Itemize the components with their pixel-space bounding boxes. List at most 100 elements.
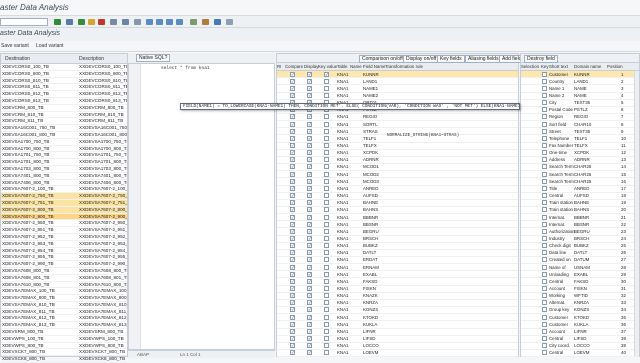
- destination-row[interactable]: XDEVSA7607-2_951_TB XXDEVSA7607-2_951_TB: [1, 227, 127, 234]
- display-checkbox[interactable]: [307, 185, 312, 191]
- key-checkbox[interactable]: [324, 314, 329, 320]
- display-checkbox[interactable]: [307, 250, 312, 256]
- compare-checkbox[interactable]: [290, 235, 295, 241]
- last-page-icon[interactable]: [176, 19, 183, 25]
- display-checkbox[interactable]: [307, 336, 312, 342]
- select-checkbox[interactable]: [542, 286, 547, 291]
- destination-row[interactable]: XDEVSA7607-2_751_TB XXDEVSA7607-2_751_TB: [1, 199, 127, 207]
- select-checkbox[interactable]: [542, 85, 547, 91]
- destination-row[interactable]: XDEVSA7607-2_953_TB XXDEVSA7607-2_953_TB: [1, 241, 127, 248]
- display-checkbox[interactable]: [307, 257, 312, 263]
- compare-checkbox[interactable]: [290, 314, 295, 320]
- select-checkbox[interactable]: [542, 328, 547, 334]
- select-checkbox[interactable]: [542, 100, 547, 106]
- display-checkbox[interactable]: [307, 128, 312, 134]
- destination-row[interactable]: XDEVSA7EMAX_813_TB XXDEVSA7EMAX_813_TB: [1, 322, 127, 330]
- col-key-value[interactable]: Key value: [318, 64, 337, 69]
- destination-row[interactable]: XDEVCORS0_810_TB XXDEVCORS0_810_TB: [1, 78, 127, 85]
- select-checkbox[interactable]: [542, 300, 547, 306]
- col-field-name[interactable]: Field Name: [363, 64, 385, 69]
- select-checkbox[interactable]: [542, 257, 547, 263]
- destination-row[interactable]: XDEVSA7EMAX_800_TB XXDEVSA7EMAX_800_TB: [1, 295, 127, 302]
- compare-checkbox[interactable]: [290, 228, 295, 234]
- select-checkbox[interactable]: [542, 185, 547, 191]
- display-checkbox[interactable]: [307, 307, 312, 313]
- destination-row[interactable]: XDEVSA1703_800_TB XXDEVSA1703_800_TB: [1, 166, 127, 173]
- select-checkbox[interactable]: [542, 200, 547, 206]
- select-checkbox[interactable]: [542, 178, 547, 184]
- destroy-field-button[interactable]: Destroy field: [524, 54, 558, 63]
- display-checkbox[interactable]: [307, 235, 312, 241]
- find-icon[interactable]: [122, 19, 129, 25]
- destination-row[interactable]: XDEVWPS_100_TB XXDEVWPS_100_TB: [1, 336, 127, 343]
- find-next-icon[interactable]: [134, 19, 141, 25]
- cancel-icon[interactable]: [98, 19, 105, 25]
- compare-checkbox[interactable]: [290, 350, 295, 356]
- col-table[interactable]: Table: [337, 64, 348, 69]
- key-checkbox[interactable]: [324, 171, 329, 177]
- destination-row[interactable]: XDEVSA7610_800_TB XXDEVSA7610_800_TB: [1, 282, 127, 289]
- select-checkbox[interactable]: [542, 293, 547, 299]
- key-checkbox[interactable]: [324, 178, 329, 184]
- col-description[interactable]: Description: [79, 56, 104, 62]
- display-checkbox[interactable]: [307, 114, 312, 120]
- destination-row[interactable]: XDEVCORS0_812_TB XXDEVCORS0_812_TB: [1, 91, 127, 98]
- compare-checkbox[interactable]: [290, 71, 295, 77]
- key-checkbox[interactable]: [324, 250, 329, 256]
- select-checkbox[interactable]: [542, 243, 547, 249]
- select-checkbox[interactable]: [542, 207, 547, 213]
- destination-row[interactable]: XDEVSA7608_801_TB XXDEVSA7608_801_TB: [1, 275, 127, 282]
- display-checkbox[interactable]: [307, 150, 312, 156]
- compare-checkbox[interactable]: [290, 300, 295, 306]
- destination-row[interactable]: XDEVSA7406_800_TB XXDEVSA7406_800_TB: [1, 180, 127, 187]
- key-checkbox[interactable]: [324, 286, 329, 291]
- key-checkbox[interactable]: [324, 150, 329, 156]
- compare-checkbox[interactable]: [290, 307, 295, 313]
- compare-checkbox[interactable]: [290, 178, 295, 184]
- first-page-icon[interactable]: [146, 19, 153, 25]
- compare-checkbox[interactable]: [290, 243, 295, 249]
- compare-checkbox[interactable]: [290, 128, 295, 134]
- display-checkbox[interactable]: [307, 78, 312, 84]
- display-checkbox[interactable]: [307, 200, 312, 206]
- compare-checkbox[interactable]: [290, 250, 295, 256]
- key-checkbox[interactable]: [324, 157, 329, 163]
- select-checkbox[interactable]: [542, 71, 547, 77]
- key-fields-button[interactable]: Key fields: [437, 54, 465, 63]
- load-variant-button[interactable]: Load variant: [36, 43, 64, 49]
- key-checkbox[interactable]: [324, 85, 329, 91]
- col-destination[interactable]: Destination: [5, 56, 30, 62]
- display-checkbox[interactable]: [307, 143, 312, 148]
- save-variant-button[interactable]: Save variant: [1, 43, 29, 49]
- key-checkbox[interactable]: [324, 307, 329, 313]
- display-checkbox[interactable]: [307, 314, 312, 320]
- exit-icon[interactable]: [88, 19, 95, 25]
- destination-row[interactable]: XDEVSA1700_750_TB XXDEVSA1700_750_TB: [1, 139, 127, 146]
- destination-row[interactable]: XDEVSA7607-2_990_TB XXDEVSA7607-2_990_TB: [1, 261, 127, 268]
- display-toggle-button[interactable]: Display on/off: [403, 54, 440, 63]
- col-position[interactable]: Position: [607, 64, 623, 69]
- destination-row[interactable]: XDEVCRM_800_TB XXDEVCRM_800_TB: [1, 105, 127, 112]
- key-checkbox[interactable]: [324, 185, 329, 191]
- destination-row[interactable]: XDEVWPS_800_TB XXDEVWPS_800_TB: [1, 343, 127, 350]
- display-checkbox[interactable]: [307, 293, 312, 299]
- key-checkbox[interactable]: [324, 114, 329, 120]
- select-checkbox[interactable]: [542, 92, 547, 98]
- select-checkbox[interactable]: [542, 264, 547, 270]
- key-checkbox[interactable]: [324, 271, 329, 277]
- display-checkbox[interactable]: [307, 228, 312, 234]
- destination-row[interactable]: XDEVSA7EMAX_812_TB XXDEVSA7EMAX_812_TB: [1, 315, 127, 323]
- compare-checkbox[interactable]: [290, 336, 295, 342]
- select-checkbox[interactable]: [542, 114, 547, 120]
- select-checkbox[interactable]: [542, 171, 547, 177]
- next-page-icon[interactable]: [166, 19, 173, 25]
- display-checkbox[interactable]: [307, 121, 312, 127]
- key-checkbox[interactable]: [324, 221, 329, 227]
- destination-row[interactable]: XDEVSA7607-2_800_TB XXDEVSA7607-2_800_TB: [1, 206, 127, 214]
- display-checkbox[interactable]: [307, 321, 312, 327]
- select-checkbox[interactable]: [542, 121, 547, 127]
- key-checkbox[interactable]: [324, 121, 329, 127]
- key-checkbox[interactable]: [324, 278, 329, 284]
- select-checkbox[interactable]: [542, 271, 547, 277]
- select-checkbox[interactable]: [542, 336, 547, 342]
